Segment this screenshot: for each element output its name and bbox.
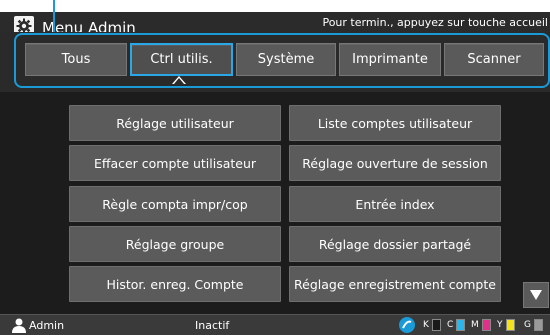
- user-icon: [12, 318, 26, 333]
- tab-ctrl-utilis[interactable]: Ctrl utilis.: [130, 43, 233, 76]
- network-status-icon[interactable]: [399, 317, 415, 333]
- toner-swatch-m: [481, 319, 491, 331]
- toner-level-g: G: [524, 319, 543, 331]
- toner-label-c: C: [447, 320, 454, 330]
- scroll-down-button[interactable]: [523, 282, 549, 308]
- machine-state: Inactif: [195, 319, 230, 332]
- user-accounts-list-button[interactable]: Liste comptes utilisateur: [289, 105, 501, 141]
- callout-line: [53, 0, 55, 34]
- tab-imprimante[interactable]: Imprimante: [339, 43, 441, 76]
- menu-content: Réglage utilisateur Liste comptes utilis…: [0, 92, 550, 314]
- tab-tous[interactable]: Tous: [25, 43, 127, 76]
- active-tab-pointer-inner: [174, 78, 184, 84]
- user-settings-button[interactable]: Réglage utilisateur: [69, 105, 281, 141]
- toner-level-m: M: [471, 319, 491, 331]
- login-settings-button[interactable]: Réglage ouverture de session: [289, 145, 501, 181]
- toner-swatch-g: [533, 319, 543, 331]
- status-bar: Admin Inactif K C M Y G: [0, 314, 550, 335]
- shared-folder-settings-button[interactable]: Réglage dossier partagé: [289, 226, 501, 262]
- toner-swatch-y: [505, 319, 515, 331]
- delete-user-account-button[interactable]: Effacer compte utilisateur: [69, 145, 281, 181]
- account-registration-settings-button[interactable]: Réglage enregistrement compte: [289, 266, 501, 302]
- home-hint-text: Pour termin., appuyez sur touche accueil: [322, 16, 548, 29]
- tab-scanner[interactable]: Scanner: [444, 43, 544, 76]
- print-copy-accounting-button[interactable]: Règle compta impr/cop: [69, 186, 281, 222]
- toner-swatch-c: [456, 319, 466, 331]
- toner-level-y: Y: [497, 319, 515, 331]
- admin-menu-screen: Menu Admin Pour termin., appuyez sur tou…: [0, 0, 550, 335]
- toner-label-y: Y: [497, 320, 503, 330]
- tab-systeme[interactable]: Système: [236, 43, 336, 76]
- toner-label-k: K: [423, 320, 429, 330]
- account-log-history-button[interactable]: Histor. enreg. Compte: [69, 266, 281, 302]
- toner-label-m: M: [471, 320, 479, 330]
- toner-label-g: G: [524, 320, 531, 330]
- tab-bar: Tous Ctrl utilis. Système Imprimante Sca…: [0, 32, 550, 92]
- logged-in-user: Admin: [29, 319, 65, 332]
- toner-level-k: K: [423, 319, 441, 331]
- index-entry-button[interactable]: Entrée index: [289, 186, 501, 222]
- chevron-down-icon: [530, 290, 542, 300]
- group-settings-button[interactable]: Réglage groupe: [69, 226, 281, 262]
- toner-swatch-k: [431, 319, 441, 331]
- top-band: [0, 0, 550, 12]
- toner-level-c: C: [447, 319, 466, 331]
